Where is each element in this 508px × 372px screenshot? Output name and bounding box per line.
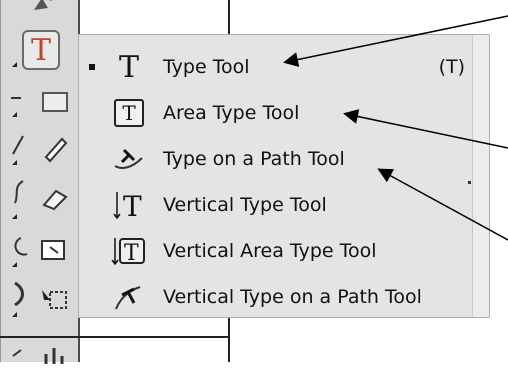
scale-tool-icon[interactable] <box>38 232 72 268</box>
rotate-tool-icon[interactable] <box>4 228 38 264</box>
selected-bullet-icon <box>89 64 95 70</box>
menu-item-label: Area Type Tool <box>163 102 300 124</box>
menu-item-label: Vertical Type Tool <box>163 194 327 216</box>
flyout-indicator-icon <box>12 112 17 117</box>
menu-item-shortcut: (T) <box>438 56 465 78</box>
vertical-type-tool-icon: T <box>111 187 147 223</box>
menu-item-label: Type on a Path Tool <box>163 148 345 170</box>
flyout-indicator-icon <box>12 214 17 219</box>
flyout-indicator-icon <box>12 312 17 317</box>
type-tools-flyout-menu: T Type Tool (T) T Area Type Tool Type on… <box>78 34 490 318</box>
menu-item-label: Type Tool <box>163 56 250 78</box>
vertical-area-type-tool-icon: T <box>111 233 147 269</box>
toolbox-panel: T <box>0 0 78 364</box>
flyout-scrollbar[interactable] <box>472 35 489 317</box>
rectangle-tool-icon[interactable] <box>38 84 72 120</box>
area-type-tool-icon: T <box>111 95 147 131</box>
vertical-type-on-path-tool-icon <box>111 279 147 315</box>
type-tool-icon: T <box>118 49 139 85</box>
type-tool-glyph: T <box>30 32 51 68</box>
brush-tool-icon[interactable] <box>4 126 38 162</box>
line-tool-icon[interactable] <box>4 80 38 116</box>
warp-tool-icon[interactable] <box>4 276 38 312</box>
toolbox-divider <box>0 0 1 362</box>
svg-text:T: T <box>123 190 142 222</box>
graph-tool-icon[interactable] <box>38 336 72 372</box>
menu-item-type-tool[interactable]: T Type Tool (T) <box>79 45 473 89</box>
free-transform-tool-icon[interactable] <box>38 282 72 318</box>
panel-bottom-rule <box>0 336 230 338</box>
pencil-tool-icon[interactable] <box>38 130 72 166</box>
type-on-path-tool-icon <box>111 141 147 177</box>
flyout-indicator-icon <box>12 160 17 165</box>
menu-item-type-on-path-tool[interactable]: Type on a Path Tool <box>79 137 473 181</box>
pen-tool-icon[interactable] <box>28 0 62 22</box>
menu-item-label: Vertical Type on a Path Tool <box>163 286 422 308</box>
eraser-tool-icon[interactable] <box>38 180 72 216</box>
blob-brush-tool-icon[interactable] <box>4 174 38 210</box>
menu-item-vertical-type-tool[interactable]: T Vertical Type Tool <box>79 183 473 227</box>
menu-item-label: Vertical Area Type Tool <box>163 240 377 262</box>
menu-item-area-type-tool[interactable]: T Area Type Tool <box>79 91 473 135</box>
svg-text:T: T <box>124 241 139 266</box>
menu-item-vertical-area-type-tool[interactable]: T Vertical Area Type Tool <box>79 229 473 273</box>
flyout-indicator-icon <box>12 262 17 267</box>
type-tool-button[interactable]: T <box>22 30 60 70</box>
flyout-indicator-icon <box>12 62 17 67</box>
menu-item-vertical-type-on-path-tool[interactable]: Vertical Type on a Path Tool <box>79 275 473 319</box>
